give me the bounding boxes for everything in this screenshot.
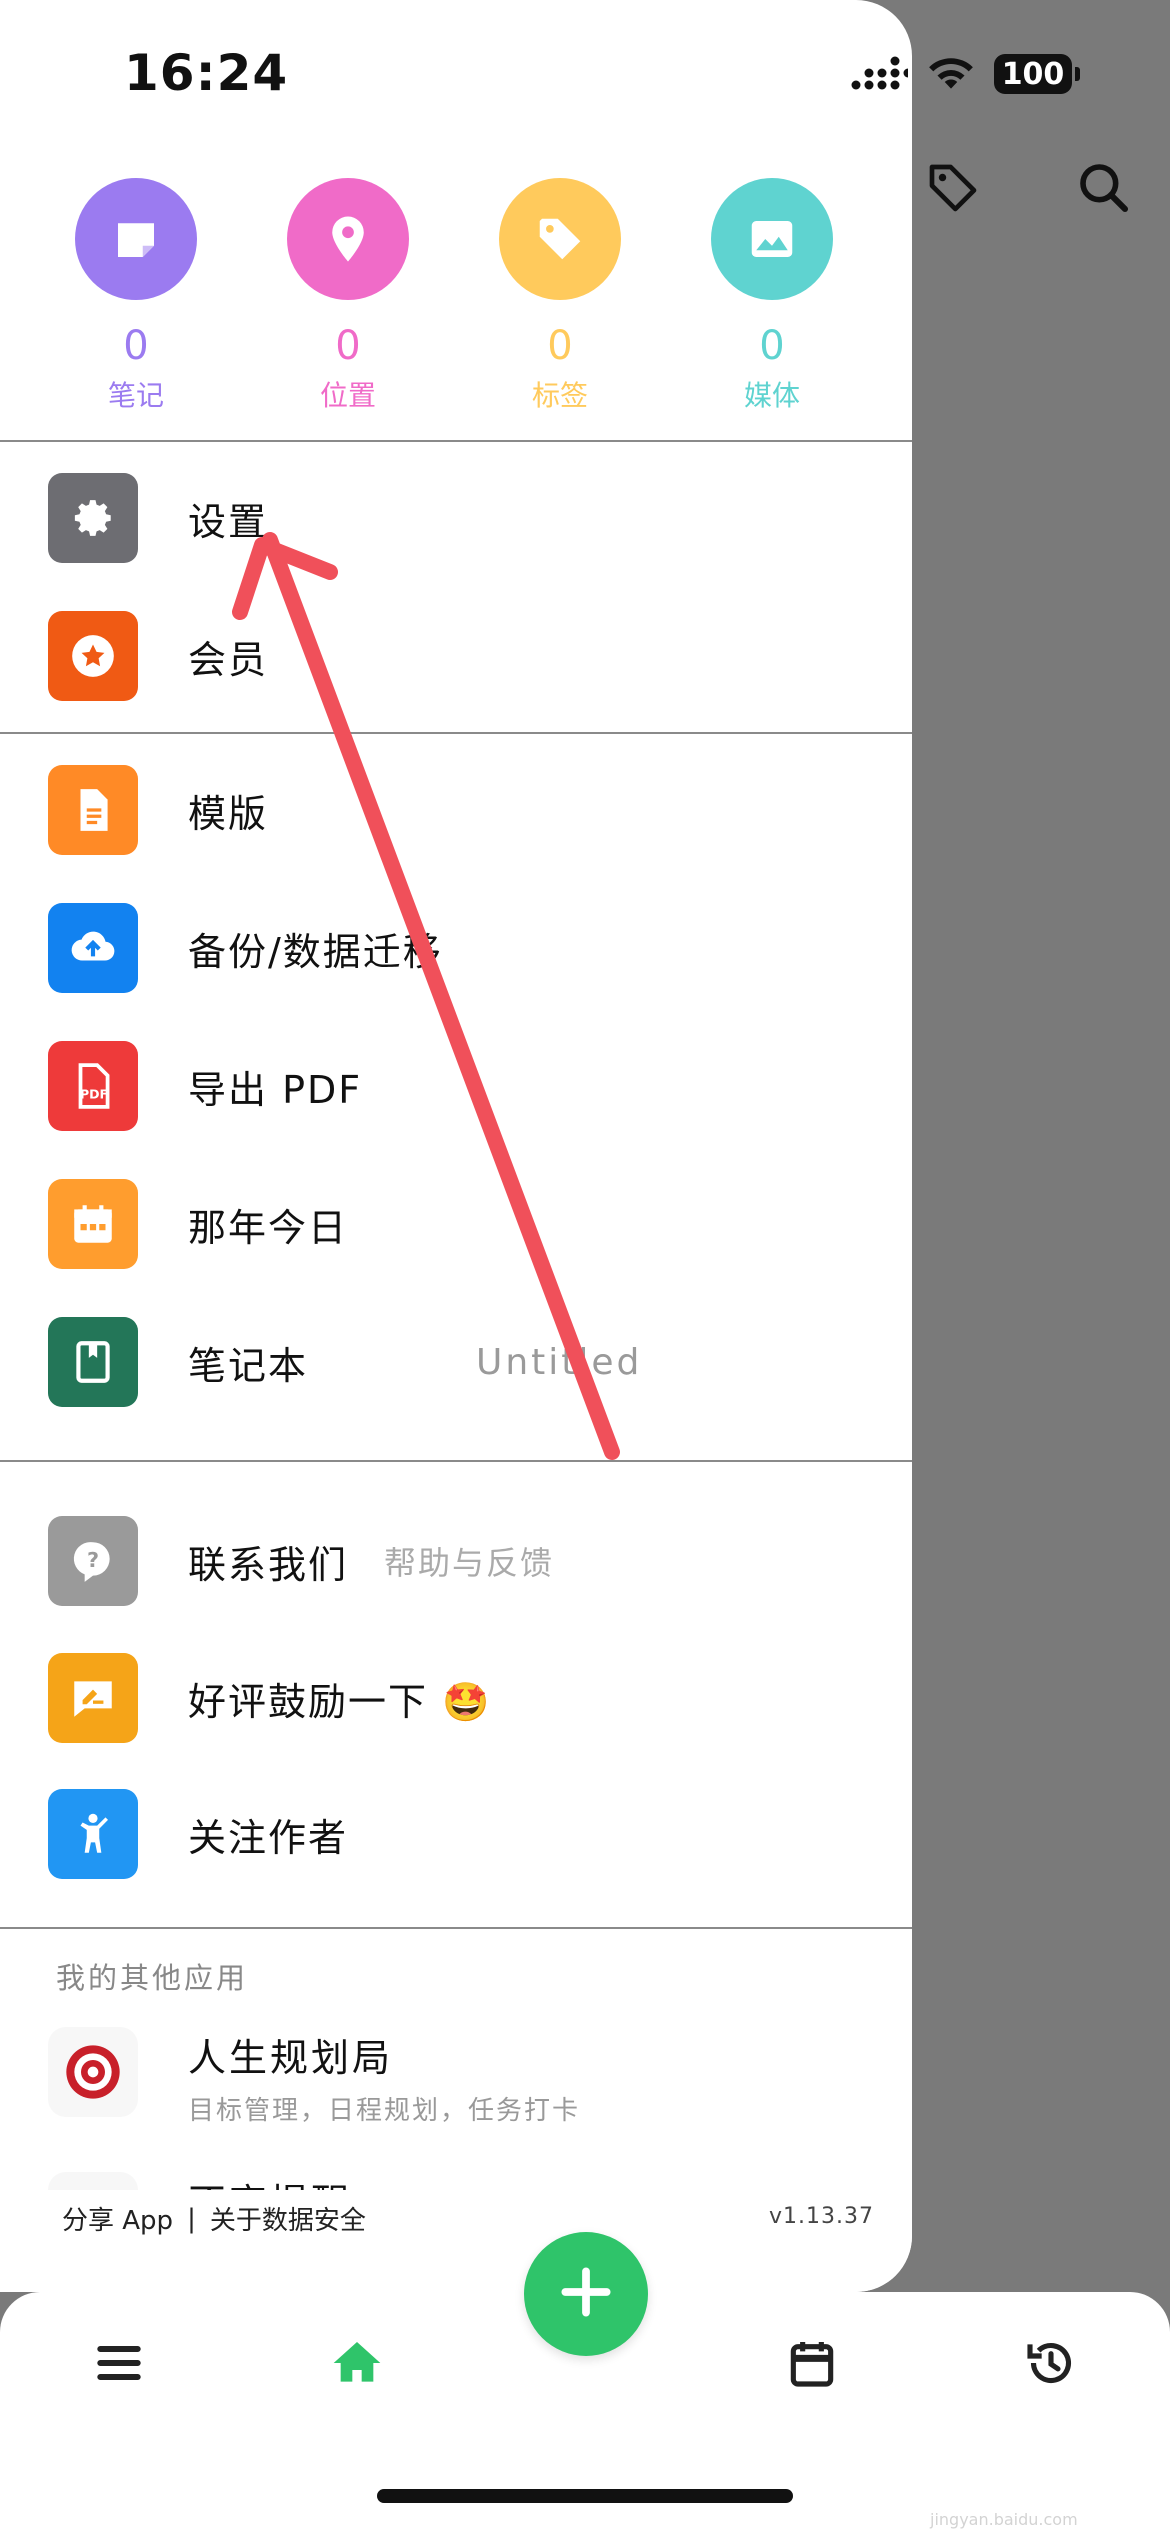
menu-item-label: 会员 bbox=[188, 637, 269, 682]
menu-item-label: 设置 bbox=[188, 499, 269, 544]
stat-media[interactable]: 0 媒体 bbox=[666, 178, 878, 414]
tag-icon bbox=[499, 178, 621, 300]
help-icon: ? bbox=[48, 1516, 138, 1606]
star-badge-icon bbox=[48, 611, 138, 701]
image-icon bbox=[711, 178, 833, 300]
menu-item-label: 模版 bbox=[188, 791, 269, 836]
target-icon bbox=[48, 2027, 138, 2117]
menu-item-sublabel: 帮助与反馈 bbox=[384, 1544, 555, 1582]
home-indicator bbox=[377, 2489, 793, 2503]
app-item-life-planner[interactable]: 人生规划局 目标管理，日程规划，任务打卡 bbox=[48, 2027, 580, 2127]
menu-item-export-pdf[interactable]: PDF 导出 PDF bbox=[48, 1040, 362, 1132]
menu-item-notebook[interactable]: 笔记本 Untitled bbox=[48, 1316, 868, 1408]
note-icon bbox=[75, 178, 197, 300]
tab-history[interactable] bbox=[1016, 2330, 1086, 2400]
add-note-button[interactable] bbox=[524, 2232, 648, 2356]
menu-item-label: 关注作者 bbox=[188, 1815, 349, 1860]
cloud-upload-icon bbox=[48, 903, 138, 993]
menu-item-follow[interactable]: 关注作者 bbox=[48, 1788, 348, 1880]
plus-icon bbox=[555, 2261, 617, 2327]
pdf-icon: PDF bbox=[48, 1041, 138, 1131]
stat-count: 0 bbox=[335, 323, 361, 369]
share-app-link[interactable]: 分享 App bbox=[62, 2200, 173, 2237]
calendar-icon bbox=[48, 1179, 138, 1269]
document-icon bbox=[48, 765, 138, 855]
menu-item-backup[interactable]: 备份/数据迁移 bbox=[48, 902, 443, 994]
app-name: 人生规划局 bbox=[188, 2036, 394, 2080]
other-apps-title: 我的其他应用 bbox=[56, 1961, 249, 1995]
location-pin-icon bbox=[287, 178, 409, 300]
menu-item-on-this-day[interactable]: 那年今日 bbox=[48, 1178, 348, 1270]
menu-item-settings[interactable]: 设置 bbox=[48, 472, 268, 564]
stat-tags[interactable]: 0 标签 bbox=[454, 178, 666, 414]
stat-count: 0 bbox=[547, 323, 573, 369]
divider bbox=[0, 1927, 912, 1929]
svg-text:PDF: PDF bbox=[80, 1087, 108, 1102]
tab-calendar[interactable] bbox=[777, 2330, 847, 2400]
footer-separator: | bbox=[187, 2203, 196, 2234]
search-icon bbox=[1076, 160, 1132, 220]
stat-label: 媒体 bbox=[743, 379, 800, 412]
background-toolbar bbox=[925, 160, 1132, 220]
menu-item-label: 那年今日 bbox=[188, 1205, 349, 1250]
battery-icon: 100 bbox=[994, 54, 1080, 94]
menu-item-contact[interactable]: ? 联系我们 帮助与反馈 bbox=[48, 1515, 554, 1607]
calendar-icon bbox=[784, 2335, 840, 2395]
book-icon bbox=[48, 1317, 138, 1407]
gear-icon bbox=[48, 473, 138, 563]
side-drawer: 0 笔记 0 位置 0 标签 0 媒体 设置 会员 模版 备份/数据迁移 PDF… bbox=[0, 0, 912, 2292]
person-waving-icon bbox=[48, 1789, 138, 1879]
watermark-logo: Baidu经验 bbox=[896, 2423, 1126, 2474]
home-icon bbox=[329, 2335, 385, 2395]
menu-item-label: 好评鼓励一下 🤩 bbox=[188, 1679, 492, 1724]
status-bar: 16:24 100 bbox=[0, 0, 1170, 150]
stat-locations[interactable]: 0 位置 bbox=[242, 178, 454, 414]
cellular-signal-icon bbox=[850, 53, 913, 95]
menu-item-label: 备份/数据迁移 bbox=[188, 929, 443, 974]
watermark-url: jingyan.baidu.com bbox=[930, 2510, 1078, 2529]
drawer-footer: 分享 App | 关于数据安全 v1.13.37 bbox=[0, 2190, 912, 2292]
divider bbox=[0, 440, 912, 442]
stat-count: 0 bbox=[123, 323, 149, 369]
menu-item-label: 笔记本 bbox=[188, 1343, 309, 1388]
history-icon bbox=[1023, 2335, 1079, 2395]
notebook-value: Untitled bbox=[476, 1341, 643, 1383]
menu-item-templates[interactable]: 模版 bbox=[48, 764, 268, 856]
menu-item-label: 联系我们 bbox=[188, 1542, 349, 1587]
tab-menu[interactable] bbox=[84, 2330, 154, 2400]
tag-icon bbox=[925, 160, 981, 220]
review-icon bbox=[48, 1653, 138, 1743]
menu-item-membership[interactable]: 会员 bbox=[48, 610, 268, 702]
app-version: v1.13.37 bbox=[769, 2204, 874, 2229]
tab-home[interactable] bbox=[322, 2330, 392, 2400]
hamburger-menu-icon bbox=[91, 2335, 147, 2395]
menu-item-label: 导出 PDF bbox=[188, 1067, 363, 1112]
svg-text:?: ? bbox=[87, 1548, 99, 1572]
stats-row: 0 笔记 0 位置 0 标签 0 媒体 bbox=[0, 178, 912, 414]
stat-label: 笔记 bbox=[107, 379, 164, 412]
stat-notes[interactable]: 0 笔记 bbox=[30, 178, 242, 414]
stat-label: 位置 bbox=[319, 379, 376, 412]
app-description: 目标管理，日程规划，任务打卡 bbox=[188, 2096, 581, 2126]
menu-item-rate[interactable]: 好评鼓励一下 🤩 bbox=[48, 1652, 491, 1744]
divider bbox=[0, 732, 912, 734]
stat-label: 标签 bbox=[531, 379, 588, 412]
data-security-link[interactable]: 关于数据安全 bbox=[210, 2200, 366, 2237]
status-time: 16:24 bbox=[124, 44, 289, 102]
stat-count: 0 bbox=[759, 323, 785, 369]
divider bbox=[0, 1460, 912, 1462]
wifi-icon bbox=[926, 52, 976, 96]
